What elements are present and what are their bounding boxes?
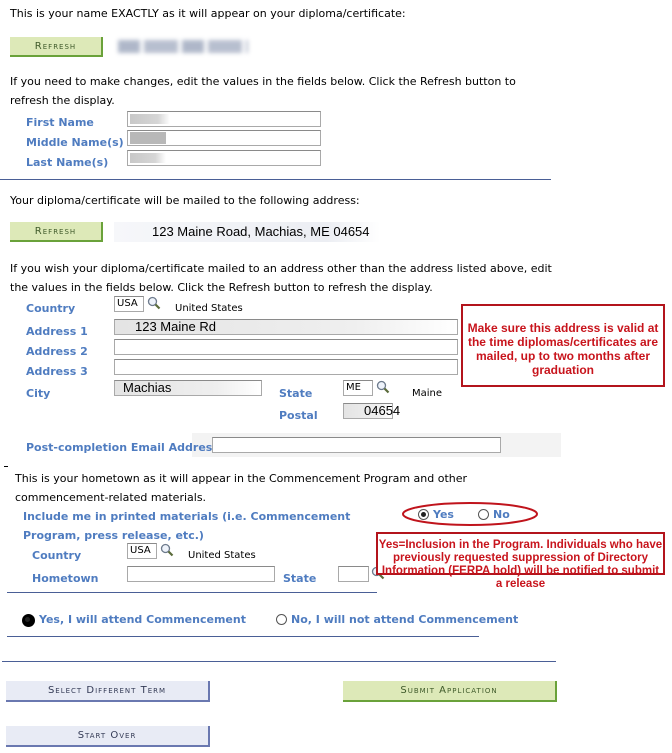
name-intro-text: This is your name EXACTLY as it will app… xyxy=(10,7,406,20)
redacted-value xyxy=(130,114,170,124)
state-lookup-icon[interactable] xyxy=(376,380,390,394)
name-instructions-text: If you need to make changes, edit the va… xyxy=(10,75,516,107)
attend-no-label[interactable]: No, I will not attend Commencement xyxy=(291,613,518,626)
address3-label: Address 3 xyxy=(26,365,88,378)
refresh-address-button[interactable]: Refresh xyxy=(10,222,103,242)
include-no-label[interactable]: No xyxy=(493,508,510,521)
refresh-name-button[interactable]: Refresh xyxy=(10,37,103,57)
marker xyxy=(4,466,8,467)
attend-no-radio[interactable] xyxy=(276,614,287,625)
start-over-button[interactable]: Start Over xyxy=(6,726,210,747)
state-code-input[interactable]: ME xyxy=(343,380,373,396)
first-name-label: First Name xyxy=(26,116,94,129)
divider xyxy=(2,661,556,662)
hometown-label: Hometown xyxy=(32,572,99,585)
country-name-text: United States xyxy=(175,303,243,314)
diploma-name-display xyxy=(118,40,248,53)
address3-input[interactable] xyxy=(114,359,458,375)
email-input[interactable] xyxy=(212,437,501,453)
select-different-term-button[interactable]: Select Different Term xyxy=(6,681,210,702)
address2-input[interactable] xyxy=(114,339,458,355)
first-name-input[interactable] xyxy=(127,111,321,127)
middle-name-label: Middle Name(s) xyxy=(26,136,124,149)
redacted-value xyxy=(130,153,166,163)
last-name-label: Last Name(s) xyxy=(26,156,109,169)
hometown-country-lookup-icon[interactable] xyxy=(160,543,174,557)
email-label: Post-completion Email Address xyxy=(26,441,219,454)
include-printed-label: Include me in printed materials (i.e. Co… xyxy=(23,510,351,542)
divider xyxy=(0,179,551,180)
include-yes-radio[interactable] xyxy=(418,509,429,520)
hometown-country-name-text: United States xyxy=(188,550,256,561)
current-address-display: 123 Maine Road, Machias, ME 04654 xyxy=(114,222,380,242)
address-callout: Make sure this address is valid at the t… xyxy=(461,304,665,387)
address-intro-text: Your diploma/certificate will be mailed … xyxy=(10,194,360,207)
postal-input[interactable]: 04654 xyxy=(343,403,400,419)
last-name-input[interactable] xyxy=(127,150,321,166)
state-label: State xyxy=(279,387,313,400)
country-code-input[interactable]: USA xyxy=(114,296,144,312)
address2-label: Address 2 xyxy=(26,345,88,358)
hometown-country-label: Country xyxy=(32,549,82,562)
city-input[interactable]: Machias xyxy=(114,380,262,396)
middle-name-input[interactable] xyxy=(127,130,321,146)
address-instructions-text: If you wish your diploma/certificate mai… xyxy=(10,262,552,294)
divider xyxy=(7,592,377,593)
divider xyxy=(7,636,479,637)
city-label: City xyxy=(26,387,51,400)
attend-yes-label[interactable]: Yes, I will attend Commencement xyxy=(39,613,246,626)
address1-label: Address 1 xyxy=(26,325,88,338)
include-yes-label[interactable]: Yes xyxy=(433,508,454,521)
hometown-state-label: State xyxy=(283,572,317,585)
country-lookup-icon[interactable] xyxy=(147,296,161,310)
address1-input[interactable]: 123 Maine Rd xyxy=(114,319,458,335)
state-name-text: Maine xyxy=(412,388,443,399)
include-no-radio[interactable] xyxy=(478,509,489,520)
hometown-input[interactable] xyxy=(127,566,275,582)
ferpa-callout: Yes=Inclusion in the Program. Individual… xyxy=(376,532,665,590)
hometown-country-code-input[interactable]: USA xyxy=(127,543,157,559)
attend-yes-radio[interactable] xyxy=(22,614,35,627)
country-label: Country xyxy=(26,302,76,315)
postal-label: Postal xyxy=(279,409,318,422)
redacted-value xyxy=(130,132,166,144)
hometown-state-input[interactable] xyxy=(338,566,369,582)
submit-application-button[interactable]: Submit Application xyxy=(343,681,557,702)
